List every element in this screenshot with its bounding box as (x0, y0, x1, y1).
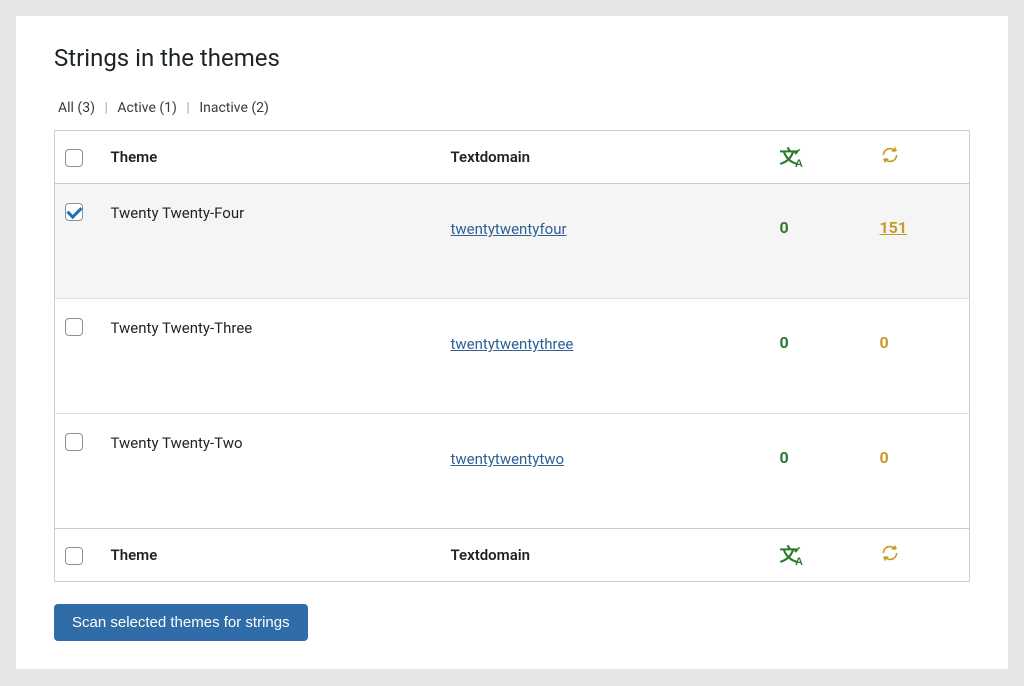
theme-textdomain-cell: twentytwentythree (441, 299, 770, 414)
scan-button[interactable]: Scan selected themes for strings (54, 604, 308, 641)
column-theme[interactable]: Theme (101, 529, 441, 582)
translated-count-cell: 0 (770, 184, 870, 299)
column-needs-update (870, 529, 970, 582)
select-all-checkbox[interactable] (65, 149, 83, 167)
column-translated: 文✔A (770, 131, 870, 184)
column-textdomain[interactable]: Textdomain (441, 529, 770, 582)
filter-inactive[interactable]: Inactive (2) (199, 100, 269, 116)
translate-ok-icon: 文✔A (780, 546, 814, 565)
translated-count: 0 (780, 333, 789, 352)
theme-textdomain-cell: twentytwentytwo (441, 414, 770, 529)
select-all-header (55, 131, 101, 184)
translated-count-cell: 0 (770, 414, 870, 529)
table-header-row: Theme Textdomain 文✔A (55, 131, 970, 184)
table-row: Twenty Twenty-Two twentytwentytwo 0 0 (55, 414, 970, 529)
translated-count: 0 (780, 218, 789, 237)
column-needs-update (870, 131, 970, 184)
row-checkbox[interactable] (65, 318, 83, 336)
textdomain-link[interactable]: twentytwentyfour (451, 220, 567, 238)
themes-table: Theme Textdomain 文✔A Twent (54, 130, 970, 582)
page-title: Strings in the themes (54, 44, 970, 72)
column-textdomain[interactable]: Textdomain (441, 131, 770, 184)
column-translated: 文✔A (770, 529, 870, 582)
textdomain-link[interactable]: twentytwentythree (451, 335, 574, 353)
select-all-checkbox[interactable] (65, 547, 83, 565)
needs-update-count[interactable]: 151 (880, 218, 908, 237)
row-checkbox[interactable] (65, 203, 83, 221)
textdomain-link[interactable]: twentytwentytwo (451, 450, 565, 468)
select-all-footer (55, 529, 101, 582)
filter-all[interactable]: All (3) (58, 100, 95, 116)
table-footer-row: Theme Textdomain 文✔A (55, 529, 970, 582)
column-theme[interactable]: Theme (101, 131, 441, 184)
needs-update-count: 0 (880, 333, 889, 352)
needs-update-count-cell: 151 (870, 184, 970, 299)
needs-update-count-cell: 0 (870, 414, 970, 529)
translate-ok-icon: 文✔A (780, 148, 814, 167)
sync-icon (880, 549, 900, 567)
filter-separator: | (186, 100, 189, 116)
theme-name: Twenty Twenty-Two (101, 414, 441, 529)
translated-count-cell: 0 (770, 299, 870, 414)
theme-textdomain-cell: twentytwentyfour (441, 184, 770, 299)
theme-name: Twenty Twenty-Three (101, 299, 441, 414)
sync-icon (880, 151, 900, 169)
row-checkbox[interactable] (65, 433, 83, 451)
theme-name: Twenty Twenty-Four (101, 184, 441, 299)
needs-update-count: 0 (880, 448, 889, 467)
page: Strings in the themes All (3) | Active (… (16, 16, 1008, 669)
needs-update-count-cell: 0 (870, 299, 970, 414)
filter-active[interactable]: Active (1) (117, 100, 177, 116)
table-row: Twenty Twenty-Four twentytwentyfour 0 15… (55, 184, 970, 299)
filter-separator: | (104, 100, 107, 116)
filter-tabs: All (3) | Active (1) | Inactive (2) (54, 100, 970, 116)
translated-count: 0 (780, 448, 789, 467)
table-row: Twenty Twenty-Three twentytwentythree 0 … (55, 299, 970, 414)
